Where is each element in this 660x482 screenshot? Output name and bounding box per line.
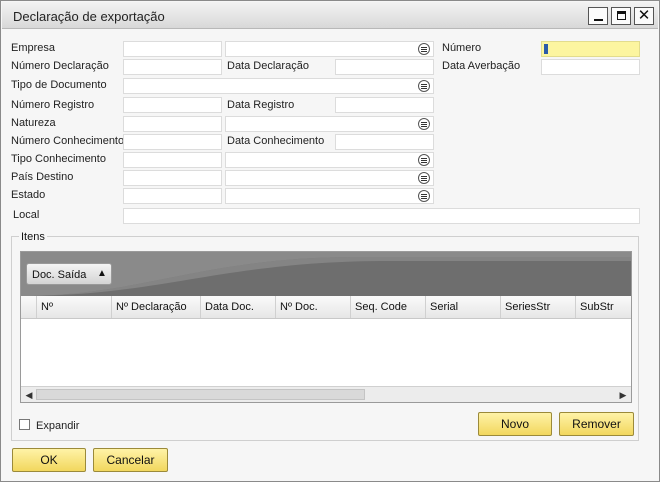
tipo-documento-label: Tipo de Documento	[11, 79, 107, 91]
empresa-code-field[interactable]	[123, 41, 222, 57]
numero-registro-field[interactable]	[123, 97, 222, 113]
pais-destino-label: País Destino	[11, 171, 74, 183]
numero-registro-label: Número Registro	[11, 99, 95, 111]
data-declaracao-label: Data Declaração	[227, 60, 309, 72]
close-icon: ✕	[637, 7, 651, 24]
sort-ascending-icon[interactable]: ▲	[97, 268, 107, 279]
group-by-chip[interactable]: Doc. Saída ▲	[26, 263, 112, 285]
data-registro-field[interactable]	[335, 97, 434, 113]
group-by-label: Doc. Saída	[32, 269, 87, 281]
data-averbacao-label: Data Averbação	[442, 60, 521, 72]
list-choice-icon[interactable]	[418, 154, 430, 166]
estado-label: Estado	[11, 189, 46, 201]
numero-conhecimento-label: Número Conhecimento	[11, 135, 125, 147]
column-header[interactable]: Nº Declaração	[112, 296, 201, 318]
data-declaracao-field[interactable]	[335, 59, 434, 75]
window-title: Declaração de exportação	[13, 9, 165, 24]
column-header[interactable]: SubStr	[576, 296, 631, 318]
pais-destino-code-field[interactable]	[123, 170, 222, 186]
column-header[interactable]: SeriesStr	[501, 296, 576, 318]
column-header[interactable]: Nº	[37, 296, 112, 318]
minimize-icon	[594, 19, 603, 21]
row-selector-header	[21, 296, 37, 318]
column-header[interactable]: Data Doc.	[201, 296, 276, 318]
numero-field[interactable]	[541, 41, 640, 57]
tipo-conhecimento-label: Tipo Conhecimento	[11, 153, 106, 165]
empresa-label: Empresa	[11, 42, 56, 54]
cancelar-button[interactable]: Cancelar	[93, 448, 168, 472]
numero-declaracao-label: Número Declaração	[11, 60, 109, 72]
expandir-label: Expandir	[36, 420, 80, 432]
title-bar[interactable]: Declaração de exportação ✕	[2, 2, 658, 29]
local-label: Local	[13, 209, 40, 221]
tipo-documento-combo[interactable]	[123, 78, 434, 94]
numero-declaracao-field[interactable]	[123, 59, 222, 75]
estado-combo[interactable]	[225, 188, 434, 204]
data-conhecimento-label: Data Conhecimento	[227, 135, 325, 147]
data-registro-label: Data Registro	[227, 99, 295, 111]
items-grid[interactable]: Doc. Saída ▲ Nº Nº Declaração Data Doc. …	[20, 251, 632, 403]
empresa-name-combo[interactable]	[225, 41, 434, 57]
scroll-right-icon[interactable]: ▶	[616, 388, 630, 402]
expandir-checkbox[interactable]	[19, 419, 30, 430]
numero-conhecimento-field[interactable]	[123, 134, 222, 150]
text-cursor	[544, 44, 548, 54]
natureza-name-combo[interactable]	[225, 116, 434, 132]
data-conhecimento-field[interactable]	[335, 134, 434, 150]
pais-destino-combo[interactable]	[225, 170, 434, 186]
grid-header: Nº Nº Declaração Data Doc. Nº Doc. Seq. …	[21, 296, 631, 319]
local-field[interactable]	[123, 208, 640, 224]
natureza-code-field[interactable]	[123, 116, 222, 132]
tipo-conhecimento-code-field[interactable]	[123, 152, 222, 168]
export-declaration-window: Declaração de exportação ✕ Empresa Númer…	[0, 0, 660, 482]
close-button[interactable]: ✕	[634, 7, 654, 25]
scrollbar-thumb[interactable]	[36, 389, 365, 400]
scroll-left-icon[interactable]: ◀	[22, 388, 36, 402]
column-header[interactable]: Seq. Code	[351, 296, 426, 318]
natureza-label: Natureza	[11, 117, 56, 129]
group-by-panel[interactable]: Doc. Saída ▲	[21, 252, 631, 296]
list-choice-icon[interactable]	[418, 190, 430, 202]
ok-button[interactable]: OK	[12, 448, 86, 472]
horizontal-scrollbar[interactable]: ◀ ▶	[21, 386, 631, 402]
tipo-conhecimento-combo[interactable]	[225, 152, 434, 168]
list-choice-icon[interactable]	[418, 172, 430, 184]
data-averbacao-field[interactable]	[541, 59, 640, 75]
header-wave-decoration	[21, 252, 631, 296]
novo-button[interactable]: Novo	[478, 412, 552, 436]
list-choice-icon[interactable]	[418, 43, 430, 55]
maximize-icon	[617, 11, 626, 20]
list-choice-icon[interactable]	[418, 80, 430, 92]
column-header[interactable]: Serial	[426, 296, 501, 318]
minimize-button[interactable]	[588, 7, 608, 25]
estado-code-field[interactable]	[123, 188, 222, 204]
maximize-button[interactable]	[611, 7, 631, 25]
numero-label: Número	[442, 42, 482, 54]
remover-button[interactable]: Remover	[559, 412, 634, 436]
list-choice-icon[interactable]	[418, 118, 430, 130]
column-header[interactable]: Nº Doc.	[276, 296, 351, 318]
items-group-title: Itens	[19, 231, 47, 243]
